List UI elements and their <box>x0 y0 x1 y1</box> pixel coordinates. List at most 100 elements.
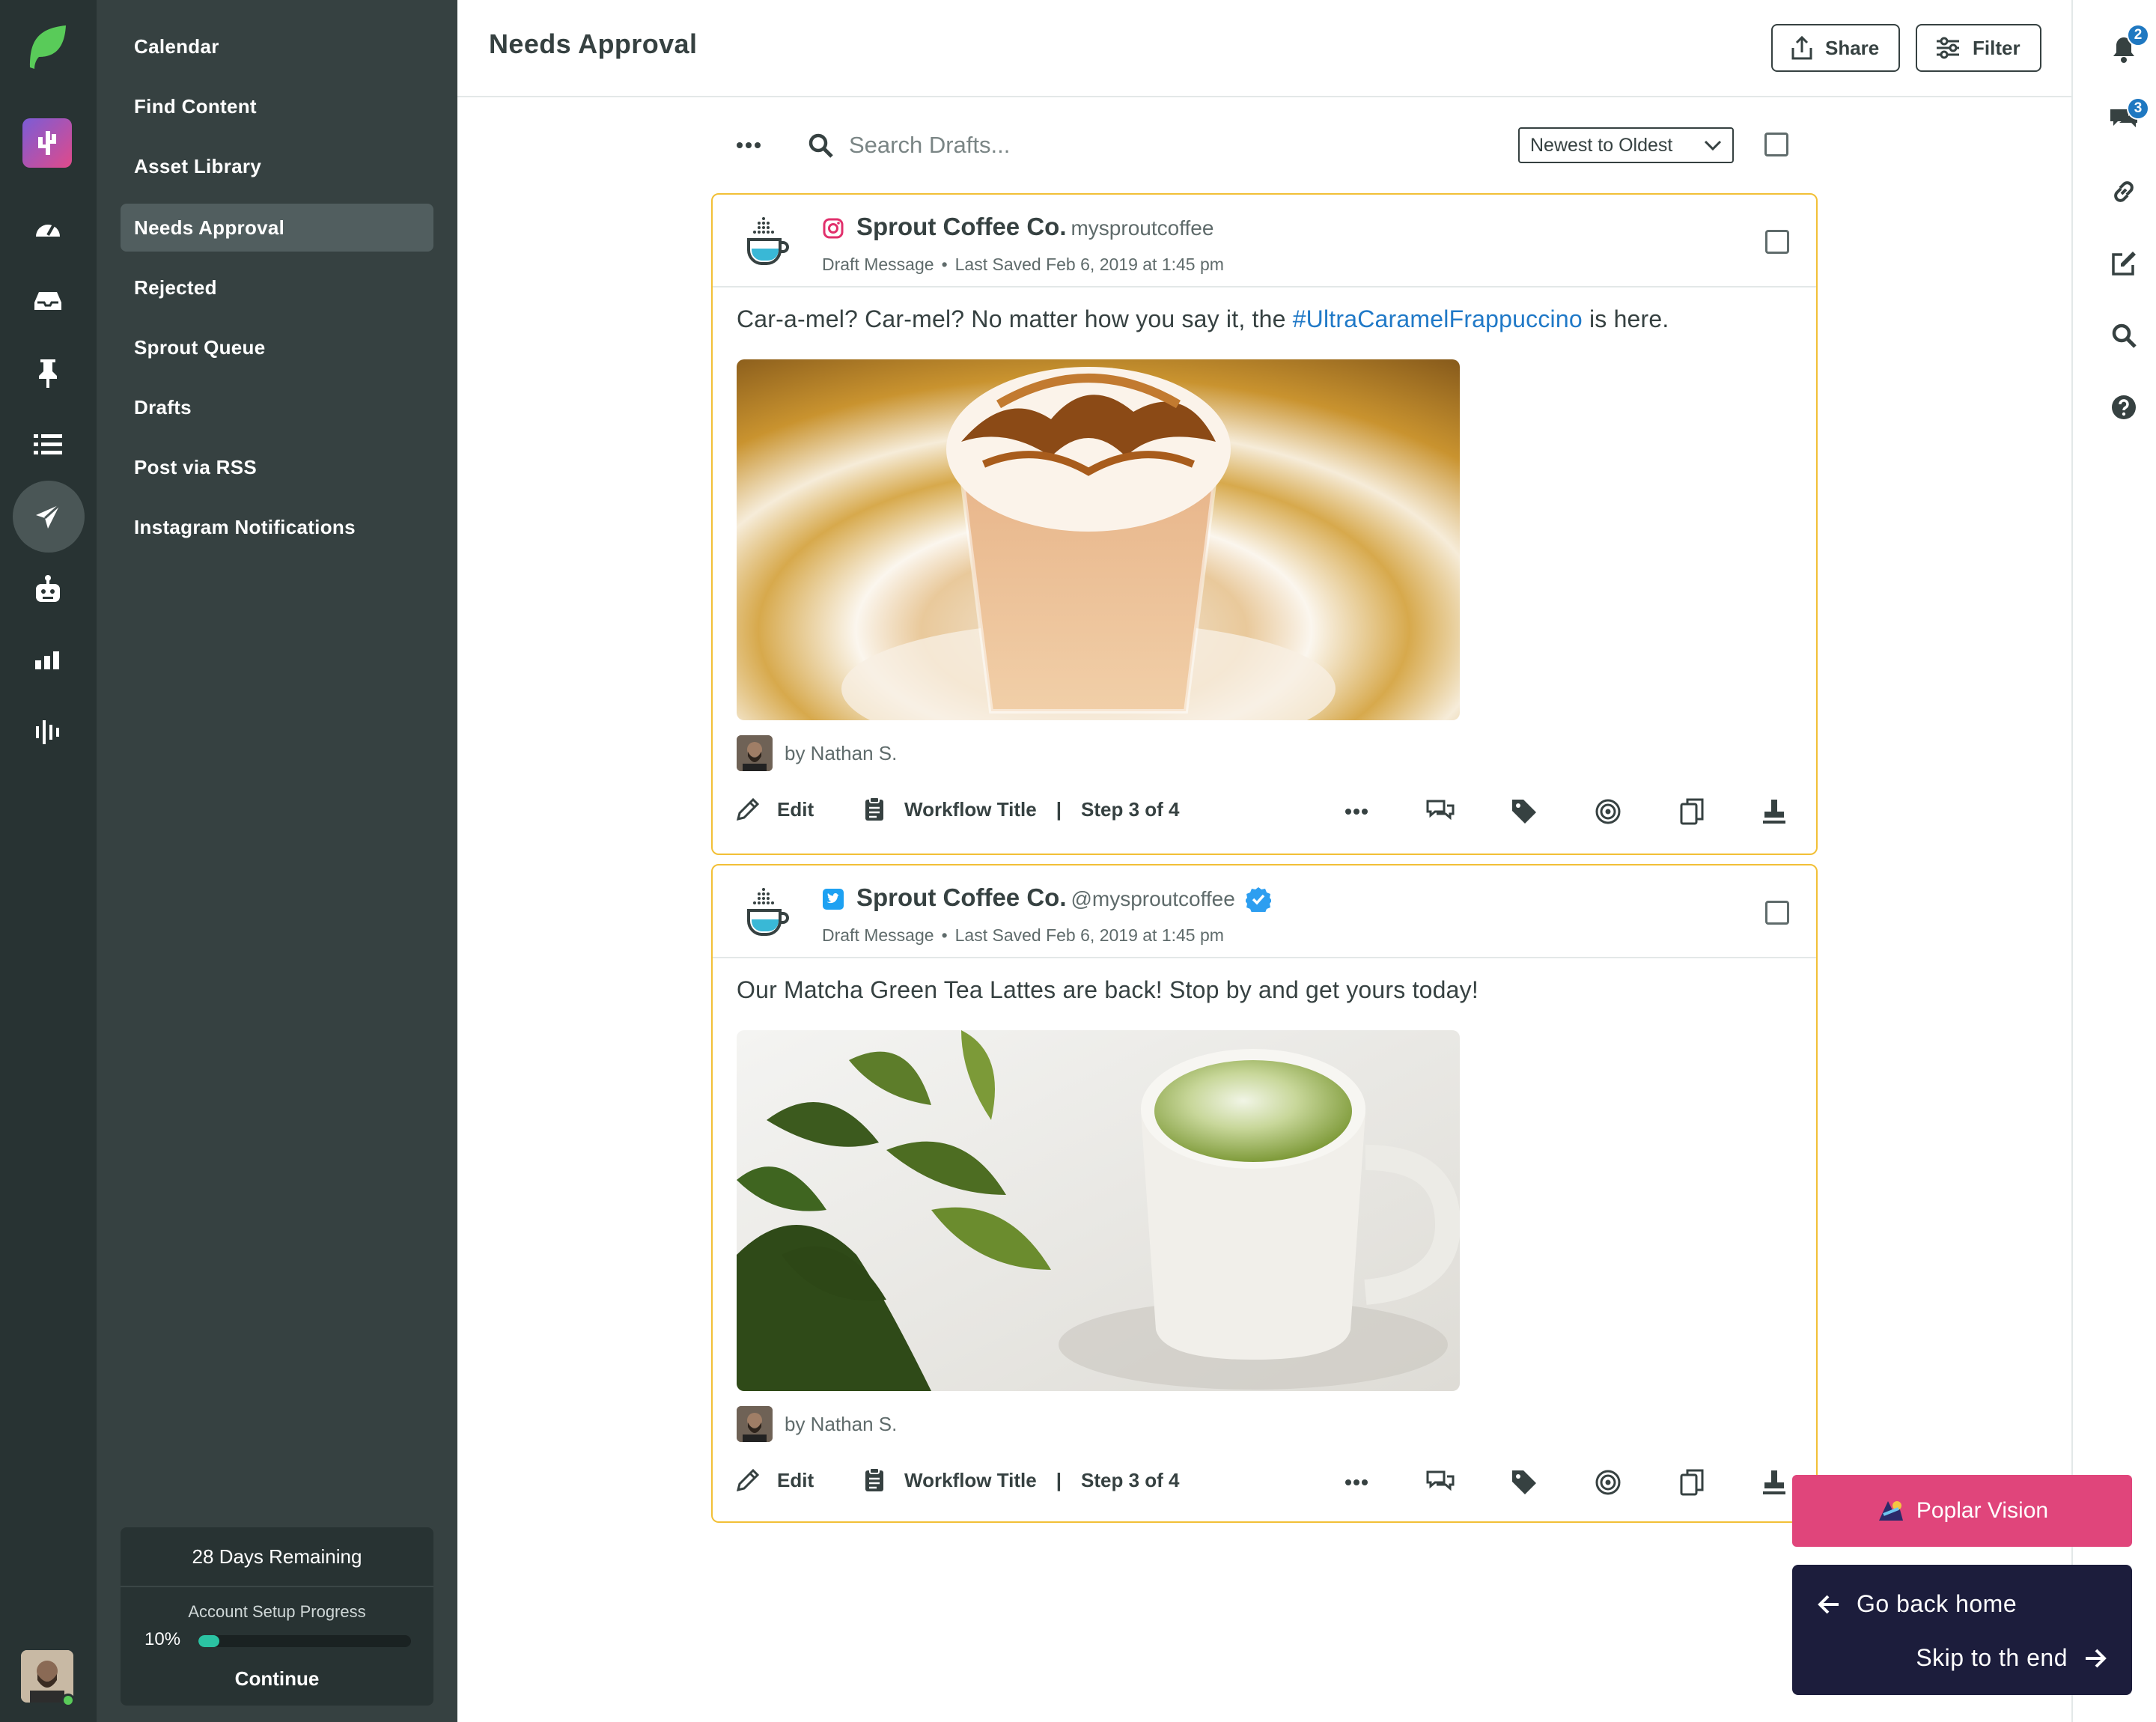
search-drafts-input[interactable] <box>849 127 1388 163</box>
duplicate-icon[interactable] <box>1677 1467 1707 1497</box>
messages-count-badge: 3 <box>2127 97 2149 120</box>
workflow-separator: | <box>1056 1468 1062 1491</box>
profile-name-text: Sprout Coffee Co. <box>856 883 1067 911</box>
matcha-latte-image[interactable] <box>737 1030 1460 1391</box>
card-header: Sprout Coffee Co. @mysproutcoffee Draft M… <box>713 865 1816 958</box>
edit-button[interactable]: Edit <box>735 797 814 822</box>
days-remaining: 28 Days Remaining <box>121 1527 433 1587</box>
tag-icon[interactable] <box>1509 797 1539 827</box>
more-options-icon[interactable] <box>735 136 762 154</box>
nav-item-label: Needs Approval <box>134 216 285 239</box>
card-header: Sprout Coffee Co. mysproutcoffee Draft Me… <box>713 195 1816 287</box>
tour-navigation-panel: Go back home Skip to th end <box>1792 1565 2132 1695</box>
card-actions: Edit Workflow Title | Step 3 of 4 <box>713 1464 1816 1503</box>
card-select-checkbox[interactable] <box>1765 901 1789 925</box>
comments-icon[interactable] <box>1425 797 1455 827</box>
reports-icon[interactable] <box>30 642 66 678</box>
dashboard-icon[interactable] <box>30 211 66 247</box>
workflow-separator: | <box>1056 797 1062 821</box>
profile-name: Sprout Coffee Co. @mysproutcoffee <box>856 883 1271 913</box>
link-icon[interactable] <box>2107 175 2140 208</box>
go-back-home-label: Go back home <box>1857 1590 2018 1617</box>
sprout-logo-icon[interactable] <box>27 22 69 70</box>
profile-handle: @mysproutcoffee <box>1071 887 1235 910</box>
last-saved: Last Saved Feb 6, 2019 at 1:45 pm <box>954 925 1224 945</box>
more-actions-icon[interactable] <box>1342 1467 1371 1497</box>
arrow-right-icon <box>2084 1648 2107 1669</box>
help-icon[interactable] <box>2107 391 2140 424</box>
setup-progress-label: Account Setup Progress <box>188 1602 366 1621</box>
page-header: Needs Approval Share Filter <box>457 0 2071 97</box>
listening-icon[interactable] <box>30 714 66 750</box>
card-select-checkbox[interactable] <box>1765 230 1789 254</box>
nav-item-needs-approval[interactable]: Needs Approval <box>121 204 433 252</box>
verified-badge-icon <box>1245 886 1271 913</box>
last-saved: Last Saved Feb 6, 2019 at 1:45 pm <box>954 255 1224 274</box>
nav-item-label: Calendar <box>134 34 219 58</box>
nav-item-label: Drafts <box>134 395 192 419</box>
icon-rail <box>0 0 97 1722</box>
compose-icon[interactable] <box>2107 247 2140 280</box>
online-status-dot <box>61 1694 75 1707</box>
target-icon[interactable] <box>1593 797 1623 827</box>
sort-order-select[interactable]: Newest to Oldest <box>1518 127 1734 163</box>
workflow-title: Workflow Title <box>904 797 1037 821</box>
profile-name-text: Sprout Coffee Co. <box>856 213 1067 240</box>
pencil-icon <box>735 1467 761 1493</box>
nav-item-calendar[interactable]: Calendar <box>121 22 433 70</box>
page-title: Needs Approval <box>489 28 698 59</box>
comments-icon[interactable] <box>1425 1467 1455 1497</box>
poplar-vision-button[interactable]: Poplar Vision <box>1792 1475 2132 1547</box>
profile-handle: mysproutcoffee <box>1071 216 1214 240</box>
nav-item-instagram-notifications[interactable]: Instagram Notifications <box>121 503 433 551</box>
tag-icon[interactable] <box>1509 1467 1539 1497</box>
nav-item-find-content[interactable]: Find Content <box>121 82 433 130</box>
search-icon <box>807 132 834 159</box>
author-line: by Nathan S. <box>737 735 897 771</box>
target-icon[interactable] <box>1593 1467 1623 1497</box>
nav-item-asset-library[interactable]: Asset Library <box>121 142 433 190</box>
search-icon[interactable] <box>2107 319 2140 352</box>
duplicate-icon[interactable] <box>1677 797 1707 827</box>
approval-stamp-icon[interactable] <box>1759 1467 1789 1497</box>
edit-label: Edit <box>777 1468 814 1491</box>
approval-stamp-icon[interactable] <box>1759 797 1789 827</box>
nav-item-post-via-rss[interactable]: Post via RSS <box>121 443 433 491</box>
draft-card: Sprout Coffee Co. @mysproutcoffee Draft M… <box>711 864 1818 1523</box>
nav-item-drafts[interactable]: Drafts <box>121 383 433 431</box>
nav-item-rejected[interactable]: Rejected <box>121 264 433 311</box>
hashtag-link[interactable]: #UltraCaramelFrappuccino <box>1293 305 1583 332</box>
more-actions-icon[interactable] <box>1342 797 1371 827</box>
draft-meta: Draft Message • Last Saved Feb 6, 2019 at … <box>822 255 1224 275</box>
list-icon[interactable] <box>30 427 66 463</box>
draft-meta: Draft Message • Last Saved Feb 6, 2019 at … <box>822 925 1224 946</box>
author-name: by Nathan S. <box>785 741 898 764</box>
select-all-checkbox[interactable] <box>1764 133 1788 156</box>
profile-name: Sprout Coffee Co. mysproutcoffee <box>856 213 1213 241</box>
workflow-status: Workflow Title | Step 3 of 4 <box>864 797 1179 822</box>
pin-icon[interactable] <box>30 355 66 391</box>
draft-type: Draft Message <box>822 255 934 274</box>
post-text-end: is here. <box>1582 305 1669 332</box>
nav-item-sprout-queue[interactable]: Sprout Queue <box>121 323 433 371</box>
app-switcher-icon[interactable] <box>22 118 72 168</box>
workflow-step: Step 3 of 4 <box>1081 797 1180 821</box>
trial-progress-panel: 28 Days Remaining Account Setup Progress… <box>121 1527 433 1706</box>
continue-button[interactable]: Continue <box>121 1662 433 1695</box>
publishing-icon[interactable] <box>30 499 66 535</box>
sort-order-value: Newest to Oldest <box>1530 134 1673 156</box>
skip-to-end-button[interactable]: Skip to th end <box>1916 1644 2107 1672</box>
filter-button[interactable]: Filter <box>1916 24 2041 72</box>
post-text-start: Car-a-mel? Car-mel? No matter how you sa… <box>737 305 1293 332</box>
caramel-frappuccino-image[interactable] <box>737 359 1460 720</box>
share-button[interactable]: Share <box>1771 24 1901 72</box>
edit-button[interactable]: Edit <box>735 1467 814 1493</box>
author-line: by Nathan S. <box>737 1406 897 1442</box>
coffee-cup-logo-icon <box>746 886 791 939</box>
go-back-home-button[interactable]: Go back home <box>1818 1590 2017 1618</box>
inbox-icon[interactable] <box>30 283 66 319</box>
bot-icon[interactable] <box>30 571 66 606</box>
workflow-status: Workflow Title | Step 3 of 4 <box>864 1467 1179 1493</box>
card-actions: Edit Workflow Title | Step 3 of 4 <box>713 794 1816 833</box>
nav-item-label: Asset Library <box>134 154 262 177</box>
